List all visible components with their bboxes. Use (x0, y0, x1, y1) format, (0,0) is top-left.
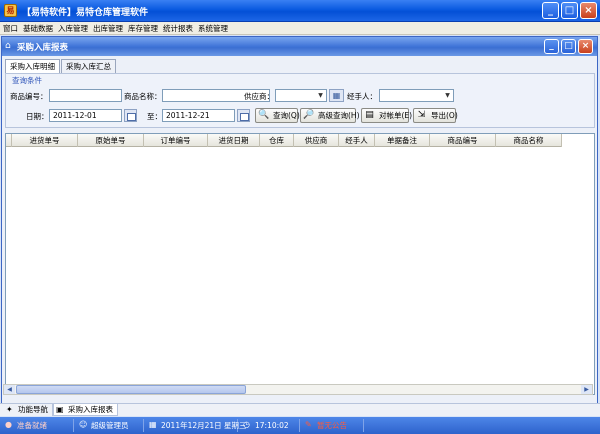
column-header[interactable]: 经手人 (339, 134, 375, 147)
supplier-select[interactable]: ▼ (275, 89, 327, 102)
column-header[interactable]: 仓库 (260, 134, 294, 147)
statement-button-label: 对帐单(E) (379, 111, 413, 120)
tab-purchase-report[interactable]: ▣ 采购入库报表 (53, 404, 118, 416)
close-button[interactable]: × (580, 2, 597, 19)
bottom-tabs: ✦ 功能导航 ▣ 采购入库报表 (0, 403, 600, 416)
menu-inventory[interactable]: 库存管理 (128, 23, 158, 34)
app-title: 【易特软件】易特仓库管理软件 (22, 8, 149, 18)
tab-function-nav-label: 功能导航 (18, 405, 48, 414)
date-to-input[interactable]: 2011-12-21 (162, 109, 235, 122)
scroll-right-icon[interactable]: ▶ (581, 385, 592, 394)
purchase-detail-grid[interactable]: 进货单号 原始单号 订单编号 进货日期 仓库 供应商 经手人 单据备注 商品编号… (5, 133, 595, 395)
product-code-label: 商品编号： (10, 92, 48, 101)
status-user: ☺ 超级管理员 (78, 419, 144, 432)
maximize-button[interactable]: □ (561, 2, 578, 19)
column-header[interactable]: 单据备注 (375, 134, 430, 147)
column-header[interactable]: 订单编号 (144, 134, 208, 147)
clock-icon: ◷ (243, 420, 250, 429)
supplier-label: 供应商： (244, 92, 274, 101)
status-ready: ● 准备就绪 (4, 419, 74, 432)
query-button-label: 查询(Q) (273, 111, 300, 120)
query-button[interactable]: 🔍 查询(Q) (255, 108, 300, 123)
product-name-label: 商品名称： (124, 92, 162, 101)
menu-basic-data[interactable]: 基础数据 (23, 23, 53, 34)
tab-purchase-report-label: 采购入库报表 (68, 405, 113, 414)
calendar-icon: ▦ (149, 420, 157, 429)
grid-header: 进货单号 原始单号 订单编号 进货日期 仓库 供应商 经手人 单据备注 商品编号… (6, 134, 562, 147)
home-icon: ⌂ (5, 41, 11, 51)
status-time-text: 17:10:02 (255, 421, 289, 430)
window-controls: _ □ × (542, 2, 597, 19)
scrollbar-thumb[interactable] (16, 385, 246, 394)
status-date: ▦ 2011年12月21日 星期三 (148, 419, 247, 432)
date-label: 日期： (26, 112, 49, 121)
column-header[interactable]: 进货日期 (208, 134, 260, 147)
report-window: ⌂ 采购入库报表 _ □ × 采购入库明细 采购入库汇总 查询条件 商品编号： … (1, 36, 598, 416)
notice-icon: ✎ (305, 420, 312, 429)
supplier-picker-button[interactable]: ▦ (329, 89, 344, 102)
statement-button[interactable]: ▤ 对帐单(E) (361, 108, 413, 123)
menu-system[interactable]: 系统管理 (198, 23, 228, 34)
status-ready-text: 准备就绪 (17, 421, 47, 430)
column-header[interactable]: 商品编号 (430, 134, 496, 147)
status-date-text: 2011年12月21日 星期三 (161, 421, 247, 430)
column-header[interactable]: 供应商 (294, 134, 339, 147)
report-title: 采购入库报表 (17, 43, 69, 53)
search-icon: 🔍 (258, 110, 270, 120)
query-legend: 查询条件 (12, 76, 42, 85)
export-icon: ⇲ (417, 110, 426, 120)
status-notice-text: 暂无公告 (317, 421, 347, 430)
supplier-picker-icon: ▦ (332, 91, 341, 100)
advanced-query-button-label: 高级查询(H) (318, 111, 360, 120)
menu-reports[interactable]: 统计报表 (163, 23, 193, 34)
query-panel: 查询条件 商品编号： 商品名称： 供应商： ▼ ▦ 经手人： ▼ 日期： 201… (5, 73, 595, 128)
status-time: ◷ 17:10:02 (242, 419, 300, 432)
chevron-down-icon: ▼ (445, 92, 450, 99)
tab-purchase-detail[interactable]: 采购入库明细 (5, 59, 60, 74)
minimize-button[interactable]: _ (542, 2, 559, 19)
status-bar: ● 准备就绪 ☺ 超级管理员 ▦ 2011年12月21日 星期三 ◷ 17:10… (0, 417, 600, 434)
status-icon: ● (5, 420, 12, 429)
to-label: 至： (147, 112, 162, 121)
user-icon: ☺ (79, 420, 88, 429)
report-icon: ▣ (56, 405, 64, 414)
column-header[interactable]: 商品名称 (496, 134, 562, 147)
app-logo-icon: 易 (4, 4, 17, 17)
handler-select[interactable]: ▼ (379, 89, 454, 102)
menu-window[interactable]: 窗口 (3, 23, 18, 34)
status-notice: ✎ 暂无公告 (304, 419, 364, 432)
statement-icon: ▤ (365, 110, 374, 120)
export-button[interactable]: ⇲ 导出(O) (413, 108, 458, 123)
menu-inbound[interactable]: 入库管理 (58, 23, 88, 34)
menu-outbound[interactable]: 出库管理 (93, 23, 123, 34)
tab-function-nav[interactable]: ✦ 功能导航 (4, 404, 53, 416)
report-tabs: 采购入库明细 采购入库汇总 (5, 59, 117, 74)
advanced-query-button[interactable]: 🔎 高级查询(H) (300, 108, 360, 123)
menu-bar: 窗口 基础数据 入库管理 出库管理 库存管理 统计报表 系统管理 (0, 22, 600, 35)
horizontal-scrollbar[interactable]: ◀ ▶ (3, 384, 593, 395)
status-user-text: 超级管理员 (91, 421, 129, 430)
scroll-left-icon[interactable]: ◀ (4, 385, 15, 394)
column-header[interactable]: 进货单号 (12, 134, 78, 147)
date-from-input[interactable]: 2011-12-01 (49, 109, 122, 122)
report-window-controls: _ □ × (544, 39, 593, 54)
report-close-button[interactable]: × (578, 39, 593, 54)
handler-label: 经手人： (347, 92, 377, 101)
calendar-icon[interactable] (124, 109, 137, 122)
report-title-bar: ⌂ 采购入库报表 _ □ × (2, 37, 597, 56)
advanced-search-icon: 🔎 (303, 110, 315, 120)
product-code-input[interactable] (49, 89, 122, 102)
report-maximize-button[interactable]: □ (561, 39, 576, 54)
report-minimize-button[interactable]: _ (544, 39, 559, 54)
chevron-down-icon: ▼ (318, 92, 323, 99)
app-title-bar: 易 【易特软件】易特仓库管理软件 _ □ × (0, 0, 600, 22)
tab-purchase-summary[interactable]: 采购入库汇总 (61, 59, 116, 73)
column-header[interactable]: 原始单号 (78, 134, 144, 147)
nav-icon: ✦ (6, 405, 13, 414)
export-button-label: 导出(O) (431, 111, 458, 120)
calendar-icon[interactable] (237, 109, 250, 122)
